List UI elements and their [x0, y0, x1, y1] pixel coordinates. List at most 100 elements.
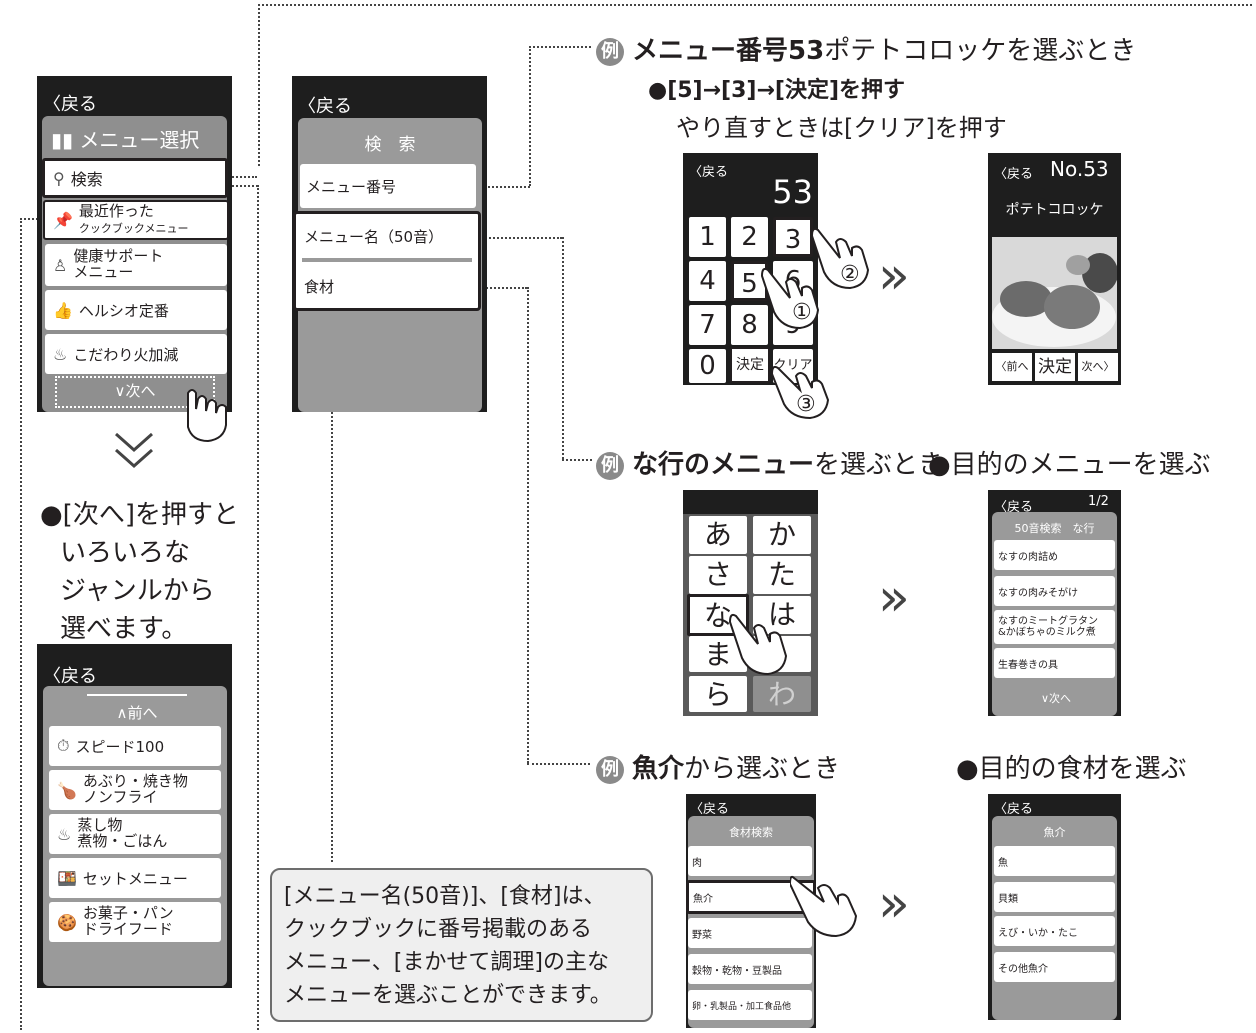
menu-item-healsio[interactable]: 👍 ヘルシオ定番: [45, 290, 227, 330]
chevron-right-icon: »: [878, 874, 910, 934]
genre-item[interactable]: ♨ 蒸し物 煮物・ごはん: [49, 814, 221, 854]
back-button[interactable]: 〈戻る: [994, 163, 1033, 182]
genre-item[interactable]: 🍪 お菓子・パン ドライフード: [49, 902, 221, 942]
enter-button[interactable]: 決定: [1035, 353, 1075, 381]
kana-key[interactable]: あ: [689, 516, 747, 554]
example1-heading: 例メニュー番号53ポテトコロッケを選ぶとき: [596, 30, 1136, 67]
note-line: [メニュー名(50音)]、[食材]は、: [284, 884, 606, 909]
connector-line: [20, 218, 22, 1030]
menu-item-health[interactable]: ♙ 健康サポート メニュー: [45, 244, 227, 286]
menu-select-screen: 〈戻る ▮▮ メニュー選択 ⚲ 検索 📌 最近作った クックブックメニュー ♙ 健康…: [37, 76, 232, 412]
thumbs-up-icon: 👍: [53, 300, 73, 320]
seafood-item[interactable]: 魚: [994, 846, 1115, 876]
list-item[interactable]: なすのミートグラタン &かぼちゃのミルク煮: [994, 610, 1115, 644]
item-label: 野菜: [692, 929, 712, 941]
search-title: 検 索: [364, 135, 416, 155]
key-enter[interactable]: 決定: [730, 347, 770, 383]
genre-sublabel: ドライフード: [82, 920, 173, 938]
menu-item-sublabel: メニュー: [73, 263, 134, 281]
key-3[interactable]: 3: [773, 217, 813, 257]
menu-item-label: こだわり火加減: [73, 345, 179, 364]
list-item-label: なすのミートグラタン: [998, 616, 1098, 627]
note-line: クックブックに番号掲載のある: [284, 917, 593, 942]
menu-item-heat[interactable]: ♨ こだわり火加減: [45, 334, 227, 374]
list-item-label: なすの肉みそがけ: [998, 587, 1078, 599]
item-label: その他魚介: [998, 963, 1048, 975]
book-icon: ▮▮: [51, 128, 74, 152]
connector-line: [562, 237, 564, 459]
back-button[interactable]: 〈戻る: [690, 798, 729, 817]
timer-icon: ⏱: [57, 736, 70, 755]
genre-sublabel: 煮物・ごはん: [77, 832, 168, 850]
seafood-item[interactable]: えび・いか・たこ: [994, 916, 1115, 946]
example3-right-heading: ●目的の食材を選ぶ: [956, 754, 1187, 784]
list-title: 50音検索 な行: [1014, 522, 1095, 535]
seafood-screen: 〈戻る 魚介 魚 貝類 えび・いか・たこ その他魚介: [988, 794, 1121, 1020]
genre-screen: 〈戻る ∧前へ ⏱ スピード100 🍗 あぶり・焼き物 ノンフライ ♨ 蒸し物 煮物・ごは…: [37, 644, 232, 988]
key-1[interactable]: 1: [689, 217, 726, 257]
back-button[interactable]: 〈戻る: [689, 161, 728, 180]
connector-line: [527, 287, 529, 763]
genre-item[interactable]: ⏱ スピード100: [49, 726, 221, 766]
pin-icon: 📌: [53, 210, 73, 230]
note-line: 選べます。: [60, 614, 188, 644]
list-item[interactable]: 生春巻きの具: [994, 648, 1115, 678]
back-button[interactable]: 〈戻る: [43, 90, 97, 116]
connector-line: [562, 459, 592, 461]
back-button[interactable]: 〈戻る: [298, 92, 352, 118]
note-box: [メニュー名(50音)]、[食材]は、 クックブックに番号掲載のある メニュー、…: [270, 868, 653, 1022]
key-0[interactable]: 0: [689, 349, 726, 383]
list-item[interactable]: なすの肉詰め: [994, 540, 1115, 570]
kana-key[interactable]: か: [753, 516, 811, 554]
connector-line-top: [258, 4, 1252, 6]
heading-rest: ポテトコロッケを選ぶとき: [824, 36, 1137, 66]
page-indicator: 1/2: [1088, 494, 1109, 509]
kana-key[interactable]: さ: [689, 556, 747, 594]
menu-item-recent[interactable]: 📌 最近作った クックブックメニュー: [43, 200, 229, 240]
prev-button[interactable]: ∧前へ: [97, 702, 177, 723]
example-badge: 例: [596, 451, 624, 480]
genre-item[interactable]: 🍗 あぶり・焼き物 ノンフライ: [49, 770, 221, 810]
menu-item-label: 検索: [70, 170, 103, 189]
list-item[interactable]: なすの肉みそがけ: [994, 576, 1115, 606]
ingredient-item[interactable]: 卵・乳製品・加工食品他: [688, 990, 812, 1020]
connector-line: [257, 185, 259, 1030]
next-button[interactable]: 次へ〉: [1078, 353, 1118, 381]
seafood-item[interactable]: その他魚介: [994, 952, 1115, 982]
result-title: ポテトコロッケ: [1005, 202, 1104, 218]
menu-number: No.53: [1050, 157, 1109, 181]
result-screen: 〈戻る No.53 ポテトコロッケ 〈前へ 決定 次へ〉: [988, 153, 1121, 385]
heading-bold: 魚介: [632, 754, 685, 784]
number-display: 53: [772, 173, 813, 211]
key-4[interactable]: 4: [689, 261, 726, 301]
key-2[interactable]: 2: [731, 217, 768, 257]
key-7[interactable]: 7: [689, 305, 726, 345]
kana-key[interactable]: た: [753, 556, 811, 594]
hand-pointer-icon: [790, 875, 858, 938]
prev-button[interactable]: 〈前へ: [992, 353, 1032, 381]
heading-rest: から選ぶとき: [684, 754, 841, 784]
search-item-kana[interactable]: メニュー名（50音）: [304, 226, 443, 247]
example1-redo: やり直すときは[クリア]を押す: [676, 114, 1007, 142]
example3-heading: 例魚介から選ぶとき: [596, 748, 840, 785]
search-item-number[interactable]: メニュー番号: [300, 164, 476, 208]
item-label: 魚: [998, 857, 1008, 869]
search-item-ingredient[interactable]: 食材: [304, 276, 334, 297]
kana-key[interactable]: ら: [689, 676, 747, 712]
chevron-right-icon: »: [878, 246, 910, 306]
menu-item-search[interactable]: ⚲ 検索: [42, 158, 228, 198]
connector-line: [527, 763, 590, 765]
divider: [302, 258, 472, 262]
search-item-label: メニュー番号: [306, 177, 397, 196]
next-note: ●[次へ]を押すと いろいろな ジャンルから 選べます。: [40, 496, 239, 648]
back-button[interactable]: 〈戻る: [43, 662, 97, 688]
example-badge: 例: [596, 37, 624, 66]
hand-pointer-icon: [728, 613, 788, 676]
seafood-item[interactable]: 貝類: [994, 882, 1115, 912]
back-button[interactable]: 〈戻る: [994, 798, 1033, 817]
note-line: いろいろな: [60, 538, 191, 568]
next-button[interactable]: ∨次へ: [1028, 690, 1084, 706]
heading-bold: な行のメニュー: [632, 450, 815, 480]
genre-item[interactable]: 🍱 セットメニュー: [49, 858, 221, 898]
ingredient-item[interactable]: 穀物・乾物・豆製品: [688, 954, 812, 984]
